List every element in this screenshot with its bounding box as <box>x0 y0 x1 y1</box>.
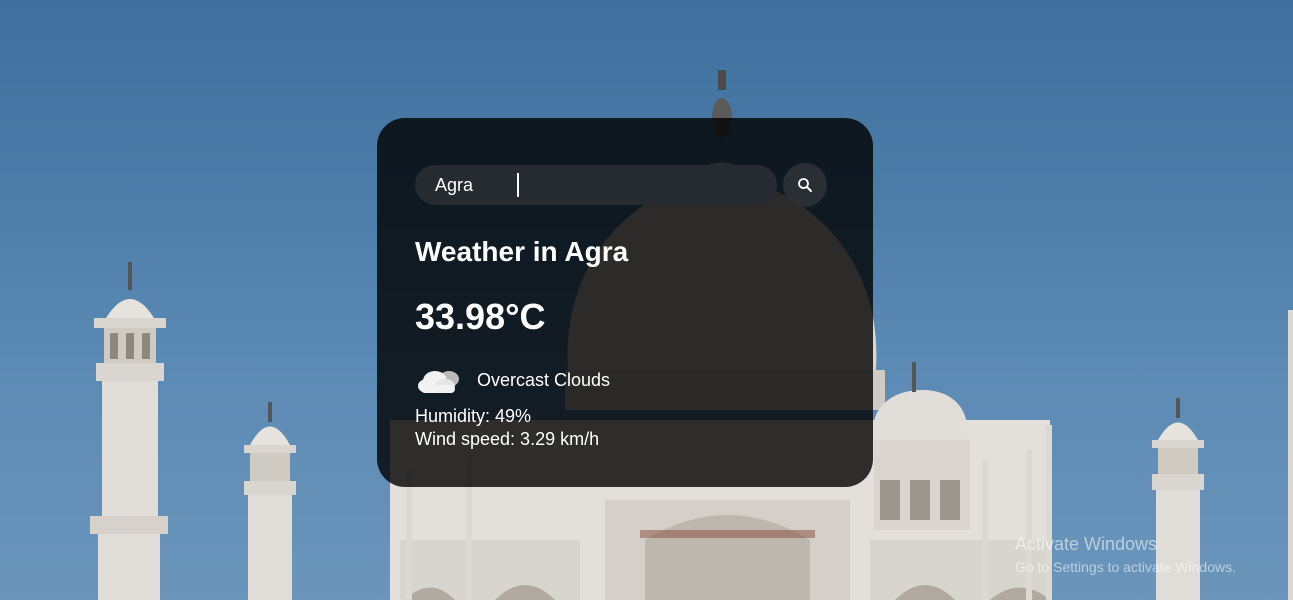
search-icon <box>798 178 812 192</box>
temperature: 33.98°C <box>415 296 546 337</box>
city-title: Weather in Agra <box>415 236 629 267</box>
search-bar <box>415 163 828 207</box>
weather-condition: Overcast Clouds <box>417 362 610 398</box>
minaret-left-2 <box>244 402 296 600</box>
text-caret <box>517 173 519 197</box>
weather-details: Humidity: 49% Wind speed: 3.29 km/h <box>415 405 599 451</box>
weather-description: Overcast Clouds <box>477 369 611 390</box>
side-domes <box>871 362 970 530</box>
weather-card: Weather in Agra 33.98°C Overcast Clouds … <box>377 118 873 487</box>
humidity: Humidity: 49% <box>415 406 532 426</box>
cloud-icon <box>418 371 459 393</box>
watermark-subtitle: Go to Settings to activate Windows. <box>1015 559 1236 575</box>
weather-app: Weather in Agra 33.98°C Overcast Clouds … <box>0 0 1293 600</box>
minaret-left <box>90 262 168 600</box>
wind-speed: Wind speed: 3.29 km/h <box>415 429 600 449</box>
watermark-title: Activate Windows <box>1015 534 1158 554</box>
search-button[interactable] <box>783 163 827 207</box>
search-input[interactable] <box>415 165 777 205</box>
activate-windows-watermark: Activate Windows Go to Settings to activ… <box>1015 534 1236 575</box>
